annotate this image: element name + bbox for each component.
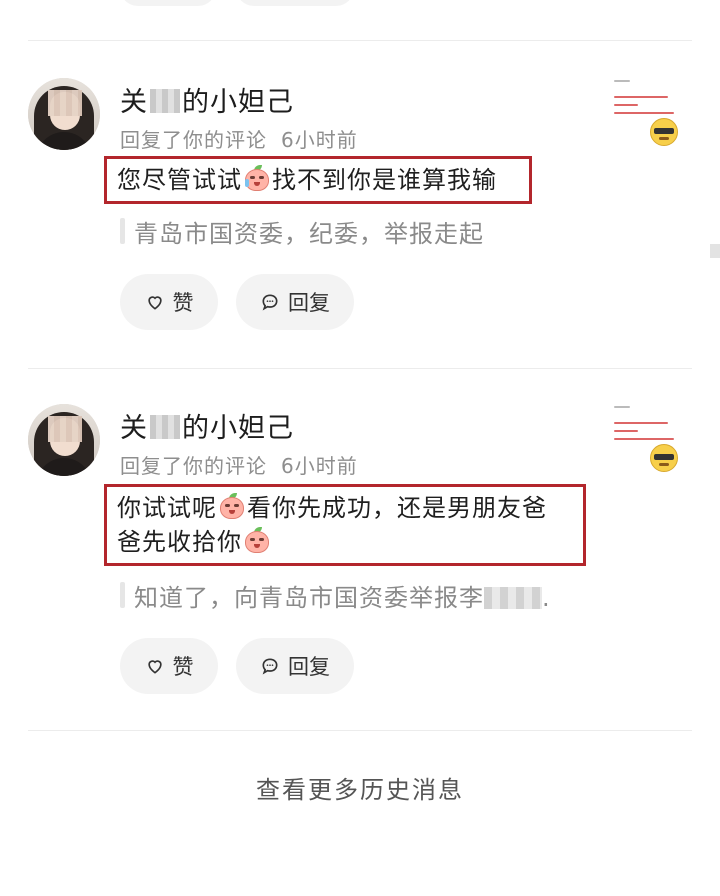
- divider: [28, 730, 692, 731]
- prev-reply-button[interactable]: [236, 0, 354, 6]
- reply-label: 回复: [288, 655, 330, 679]
- notification-page: 关的小妲己 回复了你的评论 6小时前 您尽管试试 找不到你是谁算我输 青岛市国资委，…: [0, 0, 720, 896]
- message-meta: 回复了你的评论 6小时前: [120, 124, 358, 153]
- chat-bubble-icon: [262, 658, 278, 675]
- timestamp: 6小时前: [281, 454, 358, 478]
- like-button[interactable]: 赞: [120, 274, 218, 330]
- timestamp: 6小时前: [281, 128, 358, 152]
- name-mosaic: [150, 89, 180, 113]
- name-mosaic: [150, 415, 180, 439]
- heart-icon: [147, 660, 162, 674]
- sender-name[interactable]: 关 的小妲己: [120, 406, 294, 445]
- original-post-thumbnail[interactable]: [610, 74, 684, 154]
- sender-name-suffix: 的小妲己: [182, 413, 294, 444]
- action-text: 回复了你的评论: [120, 454, 267, 478]
- heart-icon: [147, 296, 162, 310]
- action-text: 回复了你的评论: [120, 128, 267, 152]
- reply-content: 您尽管试试 找不到你是谁算我输: [104, 156, 532, 204]
- content-text-a: 你试试呢: [117, 494, 217, 522]
- like-label: 赞: [172, 291, 194, 315]
- sender-name-prefix: 关: [120, 413, 148, 444]
- divider: [28, 368, 692, 369]
- content-line-2: 爸先收拾你: [117, 525, 573, 559]
- scroll-indicator: [710, 244, 720, 258]
- quote-bar: [120, 218, 125, 244]
- content-text-b: 找不到你是谁算我输: [272, 166, 497, 194]
- quote-suffix: .: [542, 584, 551, 612]
- quote-text: 知道了，向青岛市国资委举报李: [134, 584, 484, 612]
- like-button[interactable]: 赞: [120, 638, 218, 694]
- reply-button[interactable]: 回复: [236, 274, 354, 330]
- quote-mosaic: [484, 587, 542, 609]
- sender-name-prefix: 关: [120, 87, 148, 118]
- avatar[interactable]: [28, 404, 100, 476]
- reply-button[interactable]: 回复: [236, 638, 354, 694]
- quote-text: 青岛市国资委，纪委，举报走起: [134, 220, 484, 248]
- prev-like-button[interactable]: [120, 0, 216, 6]
- sender-name[interactable]: 关 的小妲己: [120, 80, 294, 119]
- message-meta: 回复了你的评论 6小时前: [120, 450, 358, 479]
- content-text-c: 爸先收拾你: [117, 528, 242, 556]
- content-text-b: 看你先成功，还是男朋友爸: [247, 494, 547, 522]
- avatar[interactable]: [28, 78, 100, 150]
- reply-label: 回复: [288, 291, 330, 315]
- sender-name-suffix: 的小妲己: [182, 87, 294, 118]
- chat-bubble-icon: [262, 294, 278, 311]
- crying-peach-emoji-icon: [243, 165, 271, 193]
- pouting-peach-emoji-icon: [243, 527, 271, 555]
- content-line-1: 你试试呢 看你先成功，还是男朋友爸: [117, 491, 573, 525]
- reply-content: 你试试呢 看你先成功，还是男朋友爸 爸先收拾你: [104, 484, 586, 566]
- quoted-comment[interactable]: 知道了，向青岛市国资委举报李.: [120, 578, 551, 613]
- like-label: 赞: [172, 655, 194, 679]
- quoted-comment[interactable]: 青岛市国资委，纪委，举报走起: [120, 214, 484, 249]
- view-more-history-link[interactable]: 查看更多历史消息: [0, 770, 720, 805]
- quote-bar: [120, 582, 125, 608]
- pouting-peach-emoji-icon: [218, 493, 246, 521]
- divider: [28, 40, 692, 41]
- original-post-thumbnail[interactable]: [610, 400, 684, 480]
- content-text-a: 您尽管试试: [117, 166, 242, 194]
